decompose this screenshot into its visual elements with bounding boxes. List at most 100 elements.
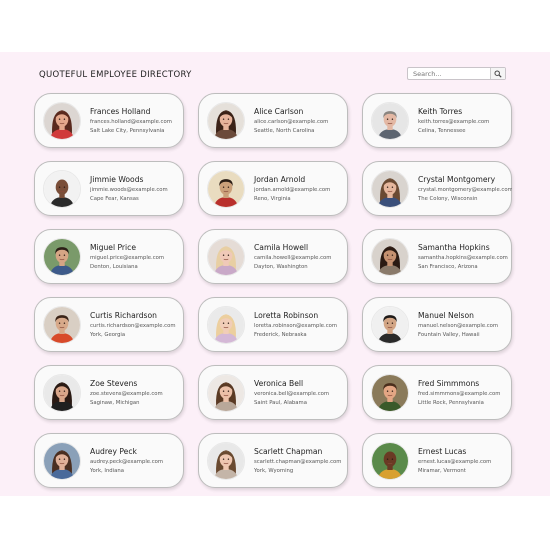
employee-card[interactable]: Fred Simmmons fred.simmmons@example.com Li… (362, 365, 512, 420)
avatar (43, 306, 81, 344)
avatar (43, 102, 81, 140)
employee-photo (208, 171, 244, 207)
employee-email: camila.howell@example.com (254, 255, 332, 261)
employee-location: Saint Paul, Alabama (254, 400, 307, 406)
employee-location: Denton, Louisiana (90, 264, 138, 270)
avatar (43, 442, 81, 480)
employee-name: Scarlett Chapman (254, 447, 323, 456)
employee-info: Frances Holland frances.holland@example.c… (90, 107, 184, 136)
employee-email: jimmie.woods@example.com (90, 187, 168, 193)
employee-name: Miguel Price (90, 243, 137, 252)
employee-location: York, Wyoming (254, 468, 294, 474)
employee-info: Manuel Nelson manuel.nelson@example.com Fo… (418, 311, 512, 340)
employee-email: miguel.price@example.com (90, 255, 165, 261)
employee-info: Jordan Arnold jordan.arnold@example.com Re… (254, 175, 348, 204)
employee-photo (372, 103, 408, 139)
search-input[interactable] (408, 68, 492, 79)
employee-location: Seattle, North Carolina (254, 128, 315, 134)
employee-info: Ernest Lucas ernest.lucas@example.com Mira… (418, 447, 512, 476)
employee-name: Camila Howell (254, 243, 309, 252)
employee-info: Alice Carlson alice.carlson@example.com Se… (254, 107, 348, 136)
avatar (371, 374, 409, 412)
employee-location: Frederick, Nebraska (254, 332, 307, 338)
employee-email: zoe.stevens@example.com (90, 391, 163, 397)
employee-photo (208, 239, 244, 275)
employee-info: Loretta Robinson loretta.robinson@example… (254, 311, 348, 340)
employee-info: Camila Howell camila.howell@example.com Da… (254, 243, 348, 272)
search-box (407, 67, 506, 80)
employee-photo (372, 443, 408, 479)
employee-card[interactable]: Manuel Nelson manuel.nelson@example.com Fo… (362, 297, 512, 352)
avatar (371, 238, 409, 276)
employee-card[interactable]: Crystal Montgomery crystal.montgomery@exa… (362, 161, 512, 216)
search-icon (494, 69, 502, 78)
search-button[interactable] (490, 68, 505, 79)
employee-card[interactable]: Camila Howell camila.howell@example.com Da… (198, 229, 348, 284)
employee-info: Jimmie Woods jimmie.woods@example.com Cape… (90, 175, 184, 204)
employee-card[interactable]: Jimmie Woods jimmie.woods@example.com Cape… (34, 161, 184, 216)
employee-photo (208, 103, 244, 139)
employee-info: Keith Torres keith.torres@example.com Celi… (418, 107, 512, 136)
employee-location: Salt Lake City, Pennsylvania (90, 128, 165, 134)
employee-location: York, Georgia (90, 332, 126, 338)
employee-info: Veronica Bell veronica.bell@example.com Sa… (254, 379, 348, 408)
employee-photo (208, 443, 244, 479)
avatar (207, 102, 245, 140)
avatar (207, 170, 245, 208)
avatar (43, 374, 81, 412)
avatar (207, 442, 245, 480)
employee-photo (44, 103, 80, 139)
employee-card[interactable]: Zoe Stevens zoe.stevens@example.com Sagina… (34, 365, 184, 420)
employee-card[interactable]: Miguel Price miguel.price@example.com Dent… (34, 229, 184, 284)
employee-name: Ernest Lucas (418, 447, 467, 456)
employee-card[interactable]: Samantha Hopkins samantha.hopkins@example… (362, 229, 512, 284)
employee-email: manuel.nelson@example.com (418, 323, 499, 329)
avatar (207, 238, 245, 276)
employee-name: Fred Simmmons (418, 379, 480, 388)
employee-photo (372, 239, 408, 275)
employee-name: Alice Carlson (254, 107, 304, 116)
employee-photo (44, 307, 80, 343)
avatar (371, 306, 409, 344)
employee-photo (44, 171, 80, 207)
employee-location: Fountain Valley, Hawaii (418, 332, 480, 338)
avatar (371, 442, 409, 480)
employee-email: frances.holland@example.com (90, 119, 172, 125)
employee-location: Miramar, Vermont (418, 468, 466, 474)
employee-email: keith.torres@example.com (418, 119, 490, 125)
employee-email: veronica.bell@example.com (254, 391, 330, 397)
employee-name: Samantha Hopkins (418, 243, 490, 252)
employee-photo (208, 375, 244, 411)
employee-email: loretta.robinson@example.com (254, 323, 338, 329)
employee-photo (44, 239, 80, 275)
employee-location: Little Rock, Pennsylvania (418, 400, 484, 406)
employee-name: Crystal Montgomery (418, 175, 496, 184)
employee-name: Jimmie Woods (90, 175, 144, 184)
employee-location: San Francisco, Arizona (418, 264, 478, 270)
employee-info: Audrey Peck audrey.peck@example.com York, … (90, 447, 184, 476)
employee-card[interactable]: Veronica Bell veronica.bell@example.com Sa… (198, 365, 348, 420)
employee-name: Loretta Robinson (254, 311, 319, 320)
employee-card[interactable]: Frances Holland frances.holland@example.c… (34, 93, 184, 148)
avatar (371, 102, 409, 140)
avatar (207, 306, 245, 344)
employee-photo (372, 171, 408, 207)
employee-card[interactable]: Audrey Peck audrey.peck@example.com York, … (34, 433, 184, 488)
page-title: QUOTEFUL EMPLOYEE DIRECTORY (39, 70, 192, 80)
employee-card[interactable]: Keith Torres keith.torres@example.com Celi… (362, 93, 512, 148)
employee-card[interactable]: Curtis Richardson curtis.richardson@examp… (34, 297, 184, 352)
employee-location: Dayton, Washington (254, 264, 308, 270)
employee-card[interactable]: Ernest Lucas ernest.lucas@example.com Mira… (362, 433, 512, 488)
avatar (43, 170, 81, 208)
employee-card[interactable]: Scarlett Chapman scarlett.chapman@example… (198, 433, 348, 488)
employee-email: alice.carlson@example.com (254, 119, 329, 125)
employee-email: crystal.montgomery@example.com (418, 187, 512, 193)
employee-card[interactable]: Jordan Arnold jordan.arnold@example.com Re… (198, 161, 348, 216)
employee-name: Frances Holland (90, 107, 151, 116)
employee-card[interactable]: Alice Carlson alice.carlson@example.com Se… (198, 93, 348, 148)
employee-location: Cape Fear, Kansas (90, 196, 139, 202)
employee-email: fred.simmmons@example.com (418, 391, 501, 397)
employee-name: Keith Torres (418, 107, 463, 116)
employee-email: scarlett.chapman@example.com (254, 459, 342, 465)
employee-card[interactable]: Loretta Robinson loretta.robinson@example… (198, 297, 348, 352)
